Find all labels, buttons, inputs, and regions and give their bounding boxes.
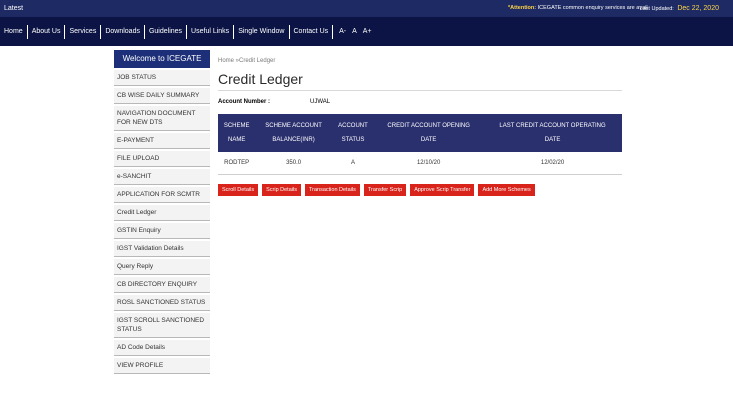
font-decrease-button[interactable]: A- — [339, 28, 346, 35]
header-line: SCHEME — [223, 123, 250, 129]
header-line: ACCOUNT — [338, 123, 368, 129]
column-header-credit-account-opening-date: CREDIT ACCOUNT OPENING DATE — [374, 114, 484, 152]
last-updated-date: Dec 22, 2020 — [677, 5, 719, 12]
nav-guidelines[interactable]: Guidelines — [145, 24, 188, 39]
transaction-details-button[interactable]: Transaction Details — [304, 184, 360, 196]
header-line: DATE — [420, 137, 437, 143]
nav-useful-links[interactable]: Useful Links — [187, 24, 235, 39]
sidebar-item-cb-directory-enquiry[interactable]: CB DIRECTORY ENQUIRY — [114, 277, 210, 293]
last-updated-label: Last Updated: — [639, 6, 674, 12]
sidebar-item-gstin-enquiry[interactable]: GSTIN Enquiry — [114, 223, 210, 239]
last-updated: Last Updated: Dec 22, 2020 — [640, 0, 719, 18]
nav-contact-us[interactable]: Contact Us — [290, 24, 334, 39]
cell-status: A — [331, 152, 375, 175]
nav-single-window[interactable]: Single Window — [234, 24, 290, 39]
scroll-details-button[interactable]: Scroll Details — [218, 184, 259, 196]
breadcrumb: Home »Credit Ledger — [218, 58, 276, 64]
cell-opening-date: 12/10/20 — [374, 152, 484, 175]
column-header-account-status: ACCOUNT STATUS — [331, 114, 375, 152]
font-normal-button[interactable]: A — [352, 28, 357, 35]
font-increase-button[interactable]: A+ — [363, 28, 372, 35]
header-line: SCHEME ACCOUNT — [265, 123, 322, 129]
sidebar-item-navigation-document[interactable]: NAVIGATION DOCUMENT FOR NEW DTS — [114, 106, 210, 131]
sidebar-welcome-header: Welcome to ICEGATE — [114, 50, 210, 68]
sidebar-item-e-sanchit[interactable]: e-SANCHIT — [114, 169, 210, 185]
main-content: Home »Credit Ledger Credit Ledger Accoun… — [218, 50, 728, 416]
column-header-last-credit-account-operating-date: LAST CREDIT ACCOUNT OPERATING DATE — [483, 114, 622, 152]
header-line: DATE — [544, 137, 561, 143]
cell-balance: 350.0 — [255, 152, 332, 175]
cell-last-operating-date: 12/02/20 — [483, 152, 622, 175]
transfer-scrip-button[interactable]: Transfer Scrip — [363, 184, 407, 196]
sidebar-item-ad-code-details[interactable]: AD Code Details — [114, 340, 210, 356]
sidebar-menu: Welcome to ICEGATE JOB STATUS CB WISE DA… — [114, 50, 210, 416]
add-more-schemes-button[interactable]: Add More Schemes — [478, 184, 535, 196]
account-number-value: UJWAL — [310, 99, 331, 105]
header-line: NAME — [228, 137, 246, 143]
font-size-controls: A- A A+ — [333, 28, 377, 35]
column-header-scheme-account-balance: SCHEME ACCOUNT BALANCE(INR) — [255, 114, 332, 152]
sidebar-item-file-upload[interactable]: FILE UPLOAD — [114, 151, 210, 167]
cell-scheme-name: RODTEP — [218, 152, 256, 175]
page-title: Credit Ledger — [218, 71, 622, 91]
sidebar-item-application-for-scmtr[interactable]: APPLICATION FOR SCMTR — [114, 187, 210, 203]
sidebar-item-cb-wise-daily-summary[interactable]: CB WISE DAILY SUMMARY — [114, 88, 210, 104]
attention-text: ICEGATE common enquiry services are avai… — [537, 5, 648, 11]
sidebar-item-credit-ledger[interactable]: Credit Ledger — [114, 205, 210, 221]
sidebar-item-igst-validation-details[interactable]: IGST Validation Details — [114, 241, 210, 257]
sidebar-item-view-profile[interactable]: VIEW PROFILE — [114, 358, 210, 374]
main-navigation: Home About Us Services Downloads Guideli… — [0, 17, 733, 46]
sidebar-item-job-status[interactable]: JOB STATUS — [114, 70, 210, 86]
account-number-label: Account Number : — [218, 99, 271, 105]
sidebar-item-igst-scroll-sanctioned-status[interactable]: IGST SCROLL SANCTIONED STATUS — [114, 313, 210, 338]
header-line: LAST CREDIT ACCOUNT OPERATING — [499, 123, 606, 129]
table-row: RODTEP 350.0 A 12/10/20 12/02/20 — [218, 152, 622, 175]
column-header-scheme-name: SCHEME NAME — [218, 114, 256, 152]
action-buttons: Scroll Details Scrip Details Transaction… — [218, 184, 728, 196]
header-line: CREDIT ACCOUNT OPENING — [387, 123, 470, 129]
nav-services[interactable]: Services — [65, 24, 102, 39]
account-number-row: Account Number : UJWAL — [218, 99, 728, 105]
sidebar-item-query-reply[interactable]: Query Reply — [114, 259, 210, 275]
latest-label: Latest — [4, 5, 24, 12]
approve-scrip-transfer-button[interactable]: Approve Scrip Transfer — [410, 184, 475, 196]
top-announcement-bar: Latest *Attention: ICEGATE common enquir… — [0, 0, 733, 17]
credit-ledger-table: SCHEME NAME SCHEME ACCOUNT BALANCE(INR) … — [218, 114, 622, 175]
sidebar-item-e-payment[interactable]: E-PAYMENT — [114, 133, 210, 149]
attention-label: *Attention: — [508, 5, 537, 11]
sidebar-item-rosl-sanctioned-status[interactable]: ROSL SANCTIONED STATUS — [114, 295, 210, 311]
header-line: BALANCE(INR) — [272, 137, 315, 143]
nav-about-us[interactable]: About Us — [28, 24, 66, 39]
header-line: STATUS — [341, 137, 365, 143]
scrip-details-button[interactable]: Scrip Details — [262, 184, 301, 196]
attention-notice: *Attention: ICEGATE common enquiry servi… — [508, 0, 648, 17]
nav-home[interactable]: Home — [0, 24, 28, 39]
nav-downloads[interactable]: Downloads — [101, 24, 145, 39]
